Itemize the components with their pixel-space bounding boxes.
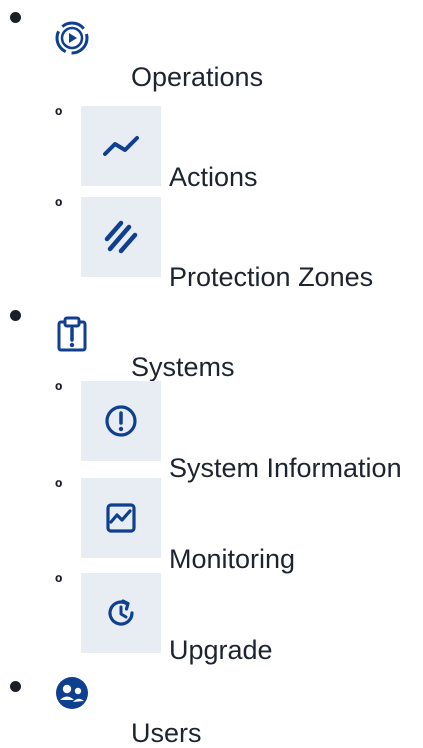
users-group-icon — [52, 673, 92, 713]
sub-list-bullet: º — [55, 572, 63, 594]
sub-list-bullet: º — [55, 105, 63, 127]
upgrade-icon-tile — [81, 573, 161, 653]
activity-line-icon — [81, 106, 161, 186]
nav-item-system-information[interactable]: System Information — [169, 455, 402, 482]
list-bullet — [10, 681, 21, 692]
sub-list-bullet: º — [55, 380, 63, 402]
list-bullet — [10, 12, 21, 23]
operations-cycle-icon — [52, 18, 92, 58]
upgrade-clock-icon — [81, 573, 161, 653]
info-circle-icon — [81, 381, 161, 461]
system-information-icon-tile — [81, 381, 161, 461]
clipboard-alert-icon — [52, 314, 92, 354]
nav-item-systems[interactable]: Systems — [131, 354, 235, 381]
nav-item-monitoring[interactable]: Monitoring — [169, 546, 295, 573]
nav-item-users[interactable]: Users — [131, 720, 202, 747]
list-bullet — [10, 310, 21, 321]
monitoring-icon-tile — [81, 478, 161, 558]
navigation-tree: Operations º Actions º Protection Zones — [0, 0, 423, 747]
sub-list-bullet: º — [55, 477, 63, 499]
sub-list-bullet: º — [55, 196, 63, 218]
nav-item-operations[interactable]: Operations — [131, 64, 263, 91]
protection-zones-icon-tile — [81, 197, 161, 277]
hatched-zone-icon — [81, 197, 161, 277]
actions-icon-tile — [81, 106, 161, 186]
monitoring-chart-icon — [81, 478, 161, 558]
nav-item-actions[interactable]: Actions — [169, 164, 258, 191]
nav-item-protection-zones[interactable]: Protection Zones — [169, 264, 373, 291]
nav-item-upgrade[interactable]: Upgrade — [169, 637, 273, 664]
